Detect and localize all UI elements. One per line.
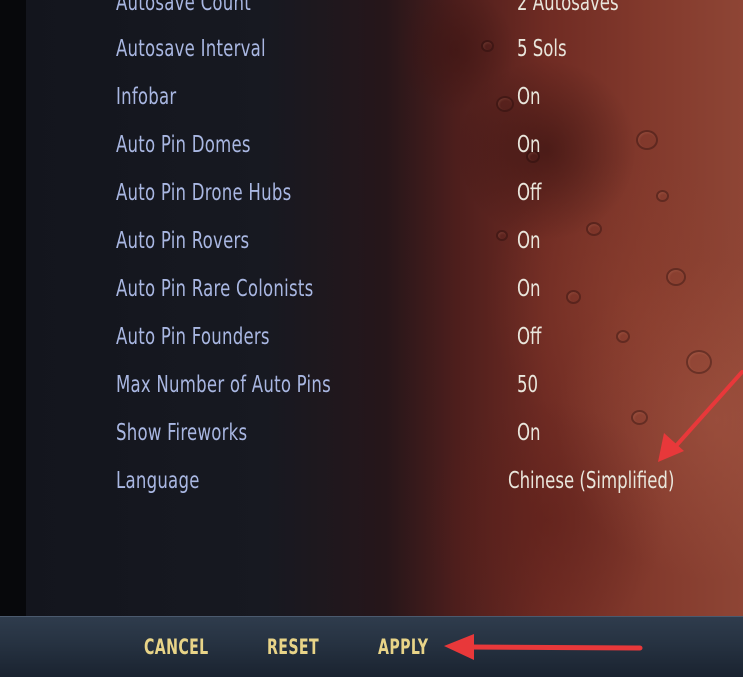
setting-value[interactable]: Off — [517, 324, 541, 350]
left-edge-strip — [0, 0, 26, 616]
setting-row-auto-pin-founders[interactable]: Auto Pin Founders Off — [116, 323, 716, 351]
setting-label: Autosave Count — [116, 0, 251, 16]
setting-label: Autosave Interval — [116, 36, 266, 62]
setting-value[interactable]: 50 — [517, 372, 538, 398]
setting-value[interactable]: Chinese (Simplified) — [508, 468, 674, 494]
setting-label: Language — [116, 468, 200, 494]
setting-row-auto-pin-domes[interactable]: Auto Pin Domes On — [116, 131, 716, 159]
setting-value[interactable]: 5 Sols — [517, 36, 567, 62]
cancel-button[interactable]: CANCEL — [144, 633, 209, 661]
reset-button[interactable]: RESET — [267, 633, 319, 661]
setting-row-auto-pin-rare-colonists[interactable]: Auto Pin Rare Colonists On — [116, 275, 716, 303]
setting-row-auto-pin-drone-hubs[interactable]: Auto Pin Drone Hubs Off — [116, 179, 716, 207]
setting-value[interactable]: On — [517, 276, 541, 302]
setting-label: Auto Pin Domes — [116, 132, 251, 158]
apply-button[interactable]: APPLY — [378, 633, 428, 661]
setting-label: Infobar — [116, 84, 177, 110]
bottom-action-bar: CANCEL RESET APPLY — [0, 616, 743, 677]
setting-value[interactable]: Off — [517, 180, 541, 206]
setting-label: Auto Pin Rare Colonists — [116, 276, 314, 302]
setting-row-autosave-count[interactable]: Autosave Count 2 Autosaves — [116, 0, 716, 17]
setting-label: Max Number of Auto Pins — [116, 372, 331, 398]
setting-row-max-auto-pins[interactable]: Max Number of Auto Pins 50 — [116, 371, 716, 399]
setting-row-show-fireworks[interactable]: Show Fireworks On — [116, 419, 716, 447]
setting-value[interactable]: On — [517, 420, 541, 446]
setting-row-autosave-interval[interactable]: Autosave Interval 5 Sols — [116, 35, 716, 63]
setting-value[interactable]: On — [517, 84, 541, 110]
setting-label: Auto Pin Founders — [116, 324, 270, 350]
setting-value[interactable]: On — [517, 228, 541, 254]
setting-row-auto-pin-rovers[interactable]: Auto Pin Rovers On — [116, 227, 716, 255]
setting-label: Auto Pin Drone Hubs — [116, 180, 292, 206]
setting-row-language[interactable]: Language Chinese (Simplified) — [116, 467, 716, 495]
setting-value[interactable]: 2 Autosaves — [517, 0, 619, 16]
setting-label: Show Fireworks — [116, 420, 248, 446]
setting-row-infobar[interactable]: Infobar On — [116, 83, 716, 111]
setting-label: Auto Pin Rovers — [116, 228, 250, 254]
setting-value[interactable]: On — [517, 132, 541, 158]
